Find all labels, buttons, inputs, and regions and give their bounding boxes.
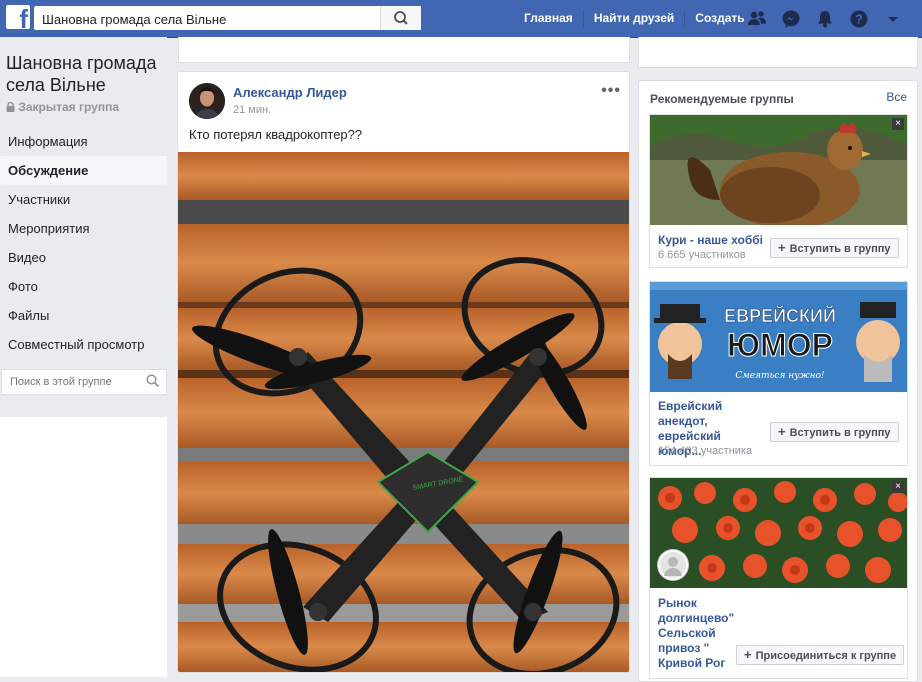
group-cover-image[interactable]: ЕВРЕЙСКИЙ ЮМОР Смеяться нужно! — [650, 282, 907, 392]
group-title[interactable]: Шановна громада села Вільне — [6, 52, 166, 96]
group-search-input[interactable] — [8, 370, 142, 394]
group-sidebar: Шановна громада села Вільне Закрытая гру… — [0, 37, 167, 677]
group-card: × Рынок долгинцево" Сельской привоз " Кр… — [649, 477, 908, 679]
sidebar-lower-panel — [0, 417, 167, 677]
search-icon[interactable] — [146, 374, 160, 388]
main-nav: Главная Найти друзей Создать — [514, 0, 756, 37]
search-input[interactable] — [40, 7, 384, 31]
friends-icon[interactable] — [747, 9, 767, 29]
messenger-icon[interactable] — [781, 9, 801, 29]
search-box — [34, 6, 421, 31]
plus-icon: + — [778, 424, 786, 439]
menu-item-files[interactable]: Файлы — [0, 301, 167, 330]
post-text: Кто потерял квадрокоптер?? — [189, 127, 363, 142]
banner-title-line1: ЕВРЕЙСКИЙ — [724, 305, 836, 326]
group-menu: Информация Обсуждение Участники Мероприя… — [0, 127, 167, 359]
search-icon — [394, 11, 408, 25]
menu-item-members[interactable]: Участники — [0, 185, 167, 214]
facebook-logo-icon[interactable]: f — [6, 5, 30, 32]
nav-icons: ? — [747, 0, 903, 37]
plus-icon: + — [778, 240, 786, 255]
notifications-icon[interactable] — [815, 9, 835, 29]
svg-text:?: ? — [855, 11, 863, 26]
group-card: × Кури - наше хоббі 6 665 участников + Вс… — [649, 114, 908, 268]
menu-item-videos[interactable]: Видео — [0, 243, 167, 272]
join-group-button[interactable]: + Присоединиться к группе — [736, 645, 905, 665]
nav-find-friends-link[interactable]: Найти друзей — [584, 10, 686, 27]
plus-icon: + — [744, 647, 752, 662]
post-author-name[interactable]: Александр Лидер — [233, 85, 347, 100]
nav-home-link[interactable]: Главная — [514, 10, 584, 27]
close-icon[interactable]: × — [892, 481, 904, 493]
menu-item-watch-party[interactable]: Совместный просмотр — [0, 330, 167, 359]
menu-item-discussion[interactable]: Обсуждение — [0, 156, 167, 185]
dropdown-icon[interactable] — [883, 9, 903, 29]
right-column-top-fragment — [638, 37, 918, 68]
lock-icon — [6, 101, 15, 112]
menu-item-photos[interactable]: Фото — [0, 272, 167, 301]
feed-post: Александр Лидер 21 мин. ••• Кто потерял … — [177, 71, 630, 673]
close-icon[interactable]: × — [892, 118, 904, 130]
post-timestamp[interactable]: 21 мин. — [233, 104, 271, 116]
menu-item-events[interactable]: Мероприятия — [0, 214, 167, 243]
help-icon[interactable]: ? — [849, 9, 869, 29]
join-group-button[interactable]: + Вступить в группу — [770, 238, 899, 258]
group-card-members: 154 403 участника — [658, 445, 753, 457]
post-photo-drone[interactable]: SMART DRONE — [178, 152, 629, 672]
group-card: ЕВРЕЙСКИЙ ЮМОР Смеяться нужно! Еврейский… — [649, 281, 908, 466]
previous-post-fragment — [178, 37, 630, 63]
post-options-button[interactable]: ••• — [601, 82, 621, 100]
join-group-button[interactable]: + Вступить в группу — [770, 422, 899, 442]
group-card-members: 6 665 участников — [658, 249, 746, 261]
author-avatar[interactable] — [189, 83, 225, 119]
group-card-name[interactable]: Рынок долгинцево" Сельской привоз " Крив… — [658, 596, 748, 671]
group-cover-image[interactable]: × — [650, 115, 907, 225]
group-privacy-label: Закрытая группа — [6, 100, 119, 114]
recommended-groups-panel: Рекомендуемые группы Все × Кури - наше х… — [638, 80, 918, 682]
nav-create-link[interactable]: Создать — [685, 10, 756, 27]
menu-item-info[interactable]: Информация — [0, 127, 167, 156]
group-search-box — [1, 369, 167, 395]
search-button[interactable] — [380, 6, 421, 30]
banner-title-line2: ЮМОР — [727, 327, 833, 363]
group-cover-image[interactable]: × — [650, 478, 907, 588]
top-navigation-bar: f Главная Найти друзей Создать ? — [0, 0, 922, 38]
recommended-groups-title: Рекомендуемые группы — [650, 92, 794, 106]
group-card-name[interactable]: Кури - наше хоббі — [658, 233, 763, 248]
banner-subtitle: Смеяться нужно! — [735, 371, 825, 381]
group-avatar — [658, 550, 688, 580]
see-all-link[interactable]: Все — [886, 90, 907, 104]
